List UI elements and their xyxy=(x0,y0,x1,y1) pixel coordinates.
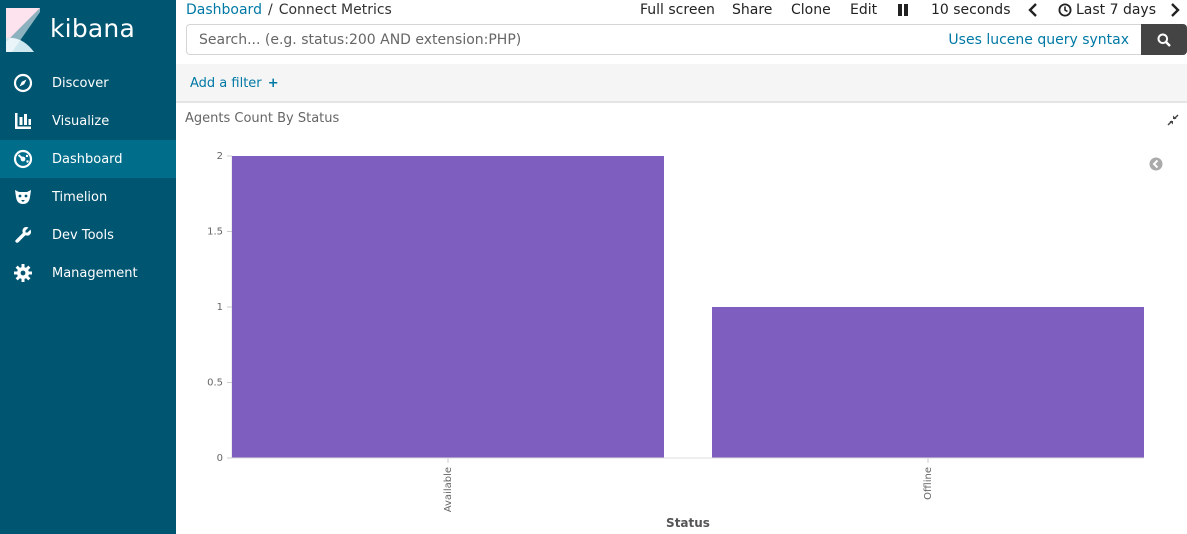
bar-chart-icon xyxy=(15,113,31,129)
x-axis-label: Status xyxy=(666,516,710,530)
search-icon xyxy=(1157,33,1171,47)
pause-icon xyxy=(898,4,908,16)
y-tick-label: 1.5 xyxy=(207,227,223,238)
breadcrumb: Dashboard / Connect Metrics xyxy=(186,2,392,18)
sidebar-item-management[interactable]: Management xyxy=(0,254,176,292)
query-bar: Uses lucene query syntax xyxy=(186,24,1187,55)
sidebar-item-label: Management xyxy=(52,266,138,281)
sidebar-item-label: Dashboard xyxy=(52,152,123,167)
y-tick-label: 0.5 xyxy=(207,378,223,389)
breadcrumb-current: Connect Metrics xyxy=(278,2,392,18)
sidebar-nav: Discover Visualize Dashboard Timelion De… xyxy=(0,64,176,292)
add-filter-button[interactable]: Add a filter + xyxy=(190,76,279,91)
timelion-icon xyxy=(15,190,31,204)
refresh-interval-button[interactable]: 10 seconds xyxy=(931,2,1011,18)
sidebar-item-timelion[interactable]: Timelion xyxy=(0,178,176,216)
clock-icon xyxy=(1058,3,1072,17)
breadcrumb-dashboard-link[interactable]: Dashboard xyxy=(186,2,262,18)
x-tick-label: Offline xyxy=(923,467,934,500)
y-tick-label: 1 xyxy=(217,302,223,313)
sidebar-item-visualize[interactable]: Visualize xyxy=(0,102,176,140)
search-box: Uses lucene query syntax xyxy=(186,24,1141,55)
time-back-button[interactable] xyxy=(1028,3,1038,21)
sidebar-item-label: Discover xyxy=(52,76,109,91)
gear-icon xyxy=(14,264,32,282)
search-button[interactable] xyxy=(1141,24,1187,55)
add-filter-label: Add a filter xyxy=(190,76,262,91)
sidebar-item-label: Dev Tools xyxy=(52,228,114,243)
search-input[interactable] xyxy=(199,31,939,49)
x-tick-label: Available xyxy=(443,467,454,512)
lucene-syntax-link[interactable]: Uses lucene query syntax xyxy=(948,32,1129,48)
time-forward-button[interactable] xyxy=(1170,3,1180,21)
top-nav: Dashboard / Connect Metrics Full screen Sh… xyxy=(176,0,1187,22)
share-button[interactable]: Share xyxy=(732,2,772,18)
time-range-button[interactable]: Last 7 days xyxy=(1076,2,1156,18)
chevron-right-icon xyxy=(1171,3,1180,17)
plus-icon: + xyxy=(267,76,279,91)
dashboard-icon xyxy=(13,149,33,169)
breadcrumb-separator: / xyxy=(267,2,273,18)
compass-icon xyxy=(13,73,33,93)
sidebar-item-dev-tools[interactable]: Dev Tools xyxy=(0,216,176,254)
wrench-icon xyxy=(15,227,32,243)
bar-offline[interactable] xyxy=(712,307,1144,458)
sidebar-item-label: Visualize xyxy=(52,114,110,129)
time-picker-clock[interactable] xyxy=(1058,3,1072,21)
y-tick-label: 0 xyxy=(217,453,223,464)
y-tick-label: 2 xyxy=(217,151,223,162)
sidebar-item-dashboard[interactable]: Dashboard xyxy=(0,140,176,178)
logo-text: kibana xyxy=(50,14,135,43)
bar-chart: 0 0.5 1 1.5 2 Available Offline Status xyxy=(207,151,1144,530)
pause-button[interactable] xyxy=(897,3,909,21)
filter-bar: Add a filter + xyxy=(176,64,1187,103)
sidebar-item-discover[interactable]: Discover xyxy=(0,64,176,102)
visualization-panel: Agents Count By Status 0 0.5 1 1.5 2 Availabl… xyxy=(176,104,1187,534)
full-screen-button[interactable]: Full screen xyxy=(640,2,715,18)
kibana-logo-icon xyxy=(6,8,40,52)
edit-button[interactable]: Edit xyxy=(850,2,877,18)
kibana-logo[interactable]: kibana xyxy=(0,0,176,64)
bar-available[interactable] xyxy=(232,156,664,458)
sidebar-item-label: Timelion xyxy=(52,190,108,205)
chevron-left-icon xyxy=(1028,3,1037,17)
sidebar: kibana Discover Visualize Dashboard Time… xyxy=(0,0,176,534)
clone-button[interactable]: Clone xyxy=(791,2,831,18)
